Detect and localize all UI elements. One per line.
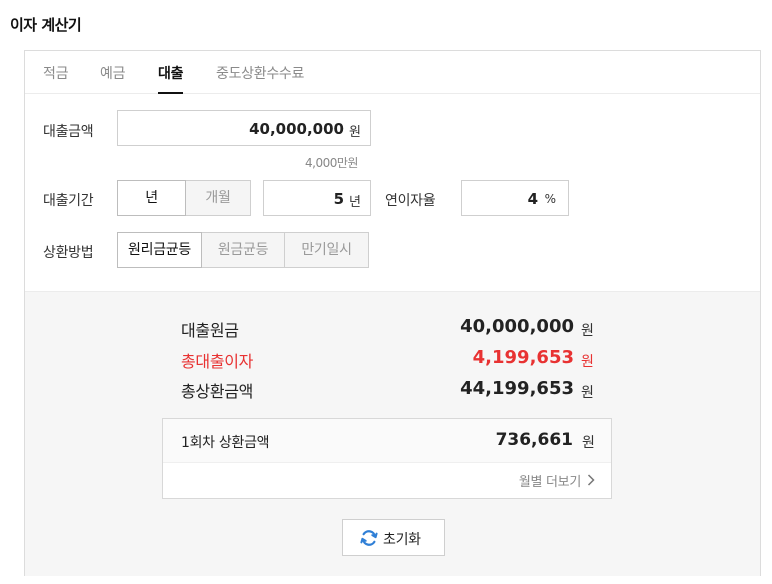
repayment-equal-principal[interactable]: 원금균등 [201,232,285,268]
repayment-bullet[interactable]: 만기일시 [284,232,369,268]
total-repayment-label: 총상환금액 [181,382,254,401]
period-unit-month[interactable]: 개월 [185,180,251,216]
loan-amount-value: 40,000,000 [249,120,344,138]
first-payment-label: 1회차 상환금액 [181,435,270,451]
first-payment-value: 736,661 [495,430,573,450]
tab-loan[interactable]: 대출 [158,63,183,94]
tab-savings[interactable]: 적금 [43,63,68,83]
loan-amount-unit: 원 [349,125,361,140]
total-interest-label: 총대출이자 [181,352,254,371]
reset-label: 초기화 [383,532,421,548]
first-payment-box: 1회차 상환금액 736,661 원 월별 더보기 [162,418,612,499]
interest-rate-label: 연이자율 [385,193,436,209]
result-section: 대출원금 40,000,000 원 총대출이자 4,199,653 원 총상환금… [25,291,760,576]
total-repayment-value: 44,199,653 [460,378,574,399]
loan-amount-field[interactable]: 40,000,000 원 [117,110,371,146]
first-payment-unit: 원 [582,435,595,451]
tab-deposit[interactable]: 예금 [100,63,125,83]
repayment-method-label: 상환방법 [43,245,94,261]
interest-rate-unit: % [544,192,556,206]
tab-prepayment-fee[interactable]: 중도상환수수료 [216,63,304,83]
principal-unit: 원 [581,323,594,339]
interest-rate-value: 4 [527,190,538,208]
loan-period-field[interactable]: 5 년 [263,180,371,216]
reset-button[interactable]: 초기화 [342,519,445,556]
chevron-right-icon [587,474,595,490]
principal-label: 대출원금 [181,321,239,340]
monthly-more-link[interactable]: 월별 더보기 [519,471,595,490]
page-title: 이자 계산기 [10,16,82,34]
calculator-panel: 적금 예금 대출 중도상환수수료 대출금액 40,000,000 원 4,000… [24,50,761,576]
interest-rate-field[interactable]: 4 % [461,180,569,216]
loan-period-unit: 년 [349,195,361,210]
first-payment-row: 1회차 상환금액 736,661 원 [163,419,611,463]
loan-period-label: 대출기간 [43,193,94,209]
refresh-icon [359,528,379,548]
total-repayment-unit: 원 [581,385,594,401]
loan-period-value: 5 [333,190,344,208]
loan-amount-hint: 4,000만원 [305,156,358,170]
period-unit-year[interactable]: 년 [117,180,186,216]
repayment-equal-payment[interactable]: 원리금균등 [117,232,202,268]
monthly-more-label: 월별 더보기 [518,475,581,490]
total-interest-value: 4,199,653 [472,347,574,368]
loan-amount-label: 대출금액 [43,124,94,140]
tab-bar: 적금 예금 대출 중도상환수수료 [25,51,760,94]
principal-value: 40,000,000 [460,316,574,337]
total-interest-unit: 원 [581,354,594,370]
